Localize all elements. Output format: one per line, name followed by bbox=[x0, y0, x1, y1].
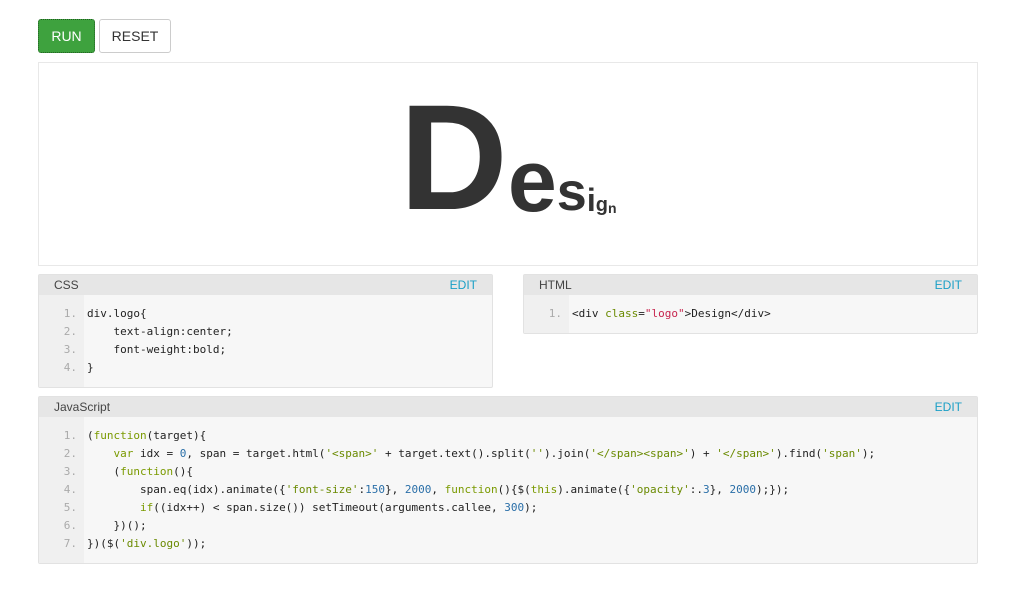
js-code-line: 2. var idx = 0, span = target.html('<spa… bbox=[39, 445, 977, 463]
code-text: font-weight:bold; bbox=[84, 341, 227, 359]
design-logo: Design bbox=[39, 63, 977, 265]
css-code[interactable]: 1. div.logo{2. text-align:center; 3. font-… bbox=[39, 295, 492, 377]
code-text: })($('div.logo')); bbox=[84, 535, 207, 553]
result-preview: Design bbox=[38, 62, 978, 266]
line-number: 6. bbox=[63, 519, 77, 532]
js-code-line: 3. (function(){ bbox=[39, 463, 977, 481]
css-code-line: 3. font-weight:bold; bbox=[39, 341, 492, 359]
html-code[interactable]: 1. <div class="logo">Design</div> bbox=[524, 295, 977, 323]
reset-button[interactable]: RESET bbox=[99, 19, 171, 53]
code-text: div.logo{ bbox=[84, 305, 147, 323]
line-number: 7. bbox=[63, 537, 77, 550]
js-edit-link[interactable]: EDIT bbox=[935, 400, 962, 414]
logo-letter: D bbox=[399, 73, 508, 241]
css-panel-header: CSS EDIT bbox=[39, 275, 492, 295]
code-text: } bbox=[84, 359, 94, 377]
line-number: 4. bbox=[63, 483, 77, 496]
line-number: 5. bbox=[63, 501, 77, 514]
js-code-line: 1. (function(target){ bbox=[39, 427, 977, 445]
logo-letter: s bbox=[556, 162, 587, 223]
js-code-line: 7. })($('div.logo')); bbox=[39, 535, 977, 553]
css-code-line: 1. div.logo{ bbox=[39, 305, 492, 323]
js-code[interactable]: 1. (function(target){2. var idx = 0, span… bbox=[39, 417, 977, 553]
css-code-line: 2. text-align:center; bbox=[39, 323, 492, 341]
code-text: span.eq(idx).animate({'font-size':150}, … bbox=[84, 481, 790, 499]
line-number: 1. bbox=[63, 429, 77, 442]
logo-letter: g bbox=[595, 194, 608, 217]
html-panel-header: HTML EDIT bbox=[524, 275, 977, 295]
code-text: })(); bbox=[84, 517, 147, 535]
html-panel-title: HTML bbox=[539, 278, 572, 292]
css-panel-title: CSS bbox=[54, 278, 79, 292]
line-number: 3. bbox=[63, 465, 77, 478]
css-panel: CSS EDIT 1. div.logo{2. text-align:center… bbox=[38, 274, 493, 388]
code-text: (function(target){ bbox=[84, 427, 207, 445]
code-text: <div class="logo">Design</div> bbox=[569, 305, 771, 323]
css-code-line: 4.} bbox=[39, 359, 492, 377]
js-panel-title: JavaScript bbox=[54, 400, 111, 414]
line-number: 4. bbox=[63, 361, 77, 374]
code-text: (function(){ bbox=[84, 463, 193, 481]
js-panel: JavaScript EDIT 1. (function(target){2. v… bbox=[38, 396, 978, 564]
line-number: 1. bbox=[63, 307, 77, 320]
logo-letter: i bbox=[586, 182, 596, 219]
js-panel-header: JavaScript EDIT bbox=[39, 397, 977, 417]
code-text: text-align:center; bbox=[84, 323, 233, 341]
logo-letter: n bbox=[607, 199, 617, 216]
line-number: 2. bbox=[63, 447, 77, 460]
line-number: 3. bbox=[63, 343, 77, 356]
html-panel: HTML EDIT 1. <div class="logo">Design</di… bbox=[523, 274, 978, 334]
js-code-line: 5. if((idx++) < span.size()) setTimeout(… bbox=[39, 499, 977, 517]
code-text: if((idx++) < span.size()) setTimeout(arg… bbox=[84, 499, 538, 517]
html-code-line: 1. <div class="logo">Design</div> bbox=[524, 305, 977, 323]
html-edit-link[interactable]: EDIT bbox=[935, 278, 962, 292]
run-button[interactable]: RUN bbox=[38, 19, 95, 53]
css-edit-link[interactable]: EDIT bbox=[450, 278, 477, 292]
toolbar: RUN RESET bbox=[38, 19, 171, 53]
js-code-line: 6. })(); bbox=[39, 517, 977, 535]
line-number: 1. bbox=[548, 307, 562, 320]
js-code-line: 4. span.eq(idx).animate({'font-size':150… bbox=[39, 481, 977, 499]
line-number: 2. bbox=[63, 325, 77, 338]
code-text: var idx = 0, span = target.html('<span>'… bbox=[84, 445, 876, 463]
logo-letter: e bbox=[507, 130, 557, 230]
